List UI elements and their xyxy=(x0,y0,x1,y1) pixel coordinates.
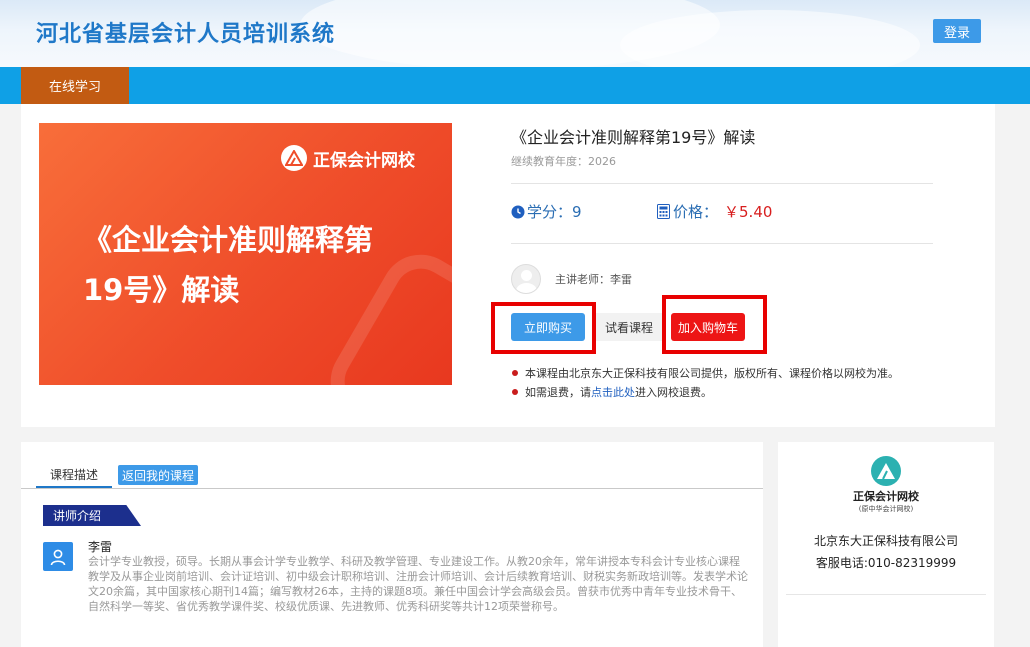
tab-back-to-my-courses[interactable]: 返回我的课程 xyxy=(118,465,199,485)
company-logo-icon xyxy=(871,456,901,486)
main-nav: 在线学习 xyxy=(0,67,1030,104)
course-panel: 正保会计网校 《企业会计准则解释第 19号》解读 《企业会计准则解释第19号》解… xyxy=(21,104,995,427)
phone-number: 010-82319999 xyxy=(867,556,957,570)
course-info: 《企业会计准则解释第19号》解读 继续教育年度：2026 学分： 9 价格： ￥… xyxy=(511,104,971,427)
note-refund: 如需退费，请点击此处进入网校退费。 xyxy=(511,383,911,402)
course-year-label: 继续教育年度： xyxy=(511,155,588,168)
cover-brand: 正保会计网校 xyxy=(281,145,415,171)
trial-course-button[interactable]: 试看课程 xyxy=(596,313,662,341)
user-icon xyxy=(43,542,73,571)
company-phone: 客服电话:010-82319999 xyxy=(778,554,994,571)
brand-logo-icon xyxy=(281,145,307,171)
teacher-info: 主讲老师：李雷 xyxy=(555,271,632,287)
nav-item-online-learning[interactable]: 在线学习 xyxy=(21,67,129,104)
company-logo: 正保会计网校 (原中华会计网校) xyxy=(778,456,994,514)
course-price: 价格： ￥5.40 xyxy=(657,201,772,222)
course-notes: 本课程由北京东大正保科技有限公司提供，版权所有、课程价格以网校为准。 如需退费，… xyxy=(511,364,911,402)
course-cover-image: 正保会计网校 《企业会计准则解释第 19号》解读 xyxy=(39,123,452,385)
credit-value: 9 xyxy=(572,202,582,221)
note-copyright: 本课程由北京东大正保科技有限公司提供，版权所有、课程价格以网校为准。 xyxy=(511,364,911,383)
company-panel: 正保会计网校 (原中华会计网校) 北京东大正保科技有限公司 客服电话:010-8… xyxy=(778,442,994,647)
site-title: 河北省基层会计人员培训系统 xyxy=(36,22,336,47)
lecturer-bio: 会计学专业教授，硕导。长期从事会计学专业教学、科研及教学管理、专业建设工作。从教… xyxy=(88,555,748,613)
teacher-avatar xyxy=(511,264,541,294)
course-credit: 学分： 9 xyxy=(511,201,582,222)
course-teacher: 主讲老师：李雷 xyxy=(511,264,632,294)
tabs-divider xyxy=(21,488,763,489)
price-value: ￥5.40 xyxy=(724,203,773,221)
description-panel: 课程描述 返回我的课程 讲师介绍 李雷 会计学专业教授，硕导。长期从事会计学专业… xyxy=(21,442,763,647)
company-logo-name: 正保会计网校 xyxy=(853,490,919,503)
cover-title-line: 《企业会计准则解释第 xyxy=(83,223,374,257)
calculator-icon xyxy=(657,204,670,219)
company-name: 北京东大正保科技有限公司 xyxy=(813,534,958,548)
login-button[interactable]: 登录 xyxy=(933,19,981,43)
cover-brand-text: 正保会计网校 xyxy=(313,150,415,171)
refund-link[interactable]: 点击此处 xyxy=(591,386,635,399)
highlight-frame-buy xyxy=(491,302,596,354)
teacher-name: 李雷 xyxy=(610,273,632,286)
cover-title: 《企业会计准则解释第 19号》解读 xyxy=(83,215,423,315)
company-logo-subtitle: (原中华会计网校) xyxy=(858,505,914,513)
cover-title-line: 19号》解读 xyxy=(83,273,240,307)
page-header: 河北省基层会计人员培训系统 登录 xyxy=(0,0,1030,67)
tab-course-description[interactable]: 课程描述 xyxy=(36,462,113,488)
lecturer-name: 李雷 xyxy=(88,540,113,554)
price-label: 价格： xyxy=(673,203,719,221)
credit-label: 学分： xyxy=(527,203,573,221)
course-year-value: 2026 xyxy=(588,155,616,168)
divider xyxy=(511,243,933,244)
phone-label: 客服电话: xyxy=(815,556,868,570)
divider xyxy=(511,183,933,184)
highlight-frame-cart xyxy=(662,295,767,354)
course-title: 《企业会计准则解释第19号》解读 xyxy=(511,128,756,147)
divider xyxy=(786,594,986,595)
teacher-label: 主讲老师： xyxy=(555,273,610,286)
note-refund-text: 进入网校退费。 xyxy=(635,386,712,399)
course-year: 继续教育年度：2026 xyxy=(511,153,616,169)
description-tabs: 课程描述 返回我的课程 xyxy=(36,462,199,488)
section-title-lecturer: 讲师介绍 xyxy=(43,505,141,526)
note-refund-text: 如需退费，请 xyxy=(525,386,591,399)
clock-icon xyxy=(511,205,525,218)
